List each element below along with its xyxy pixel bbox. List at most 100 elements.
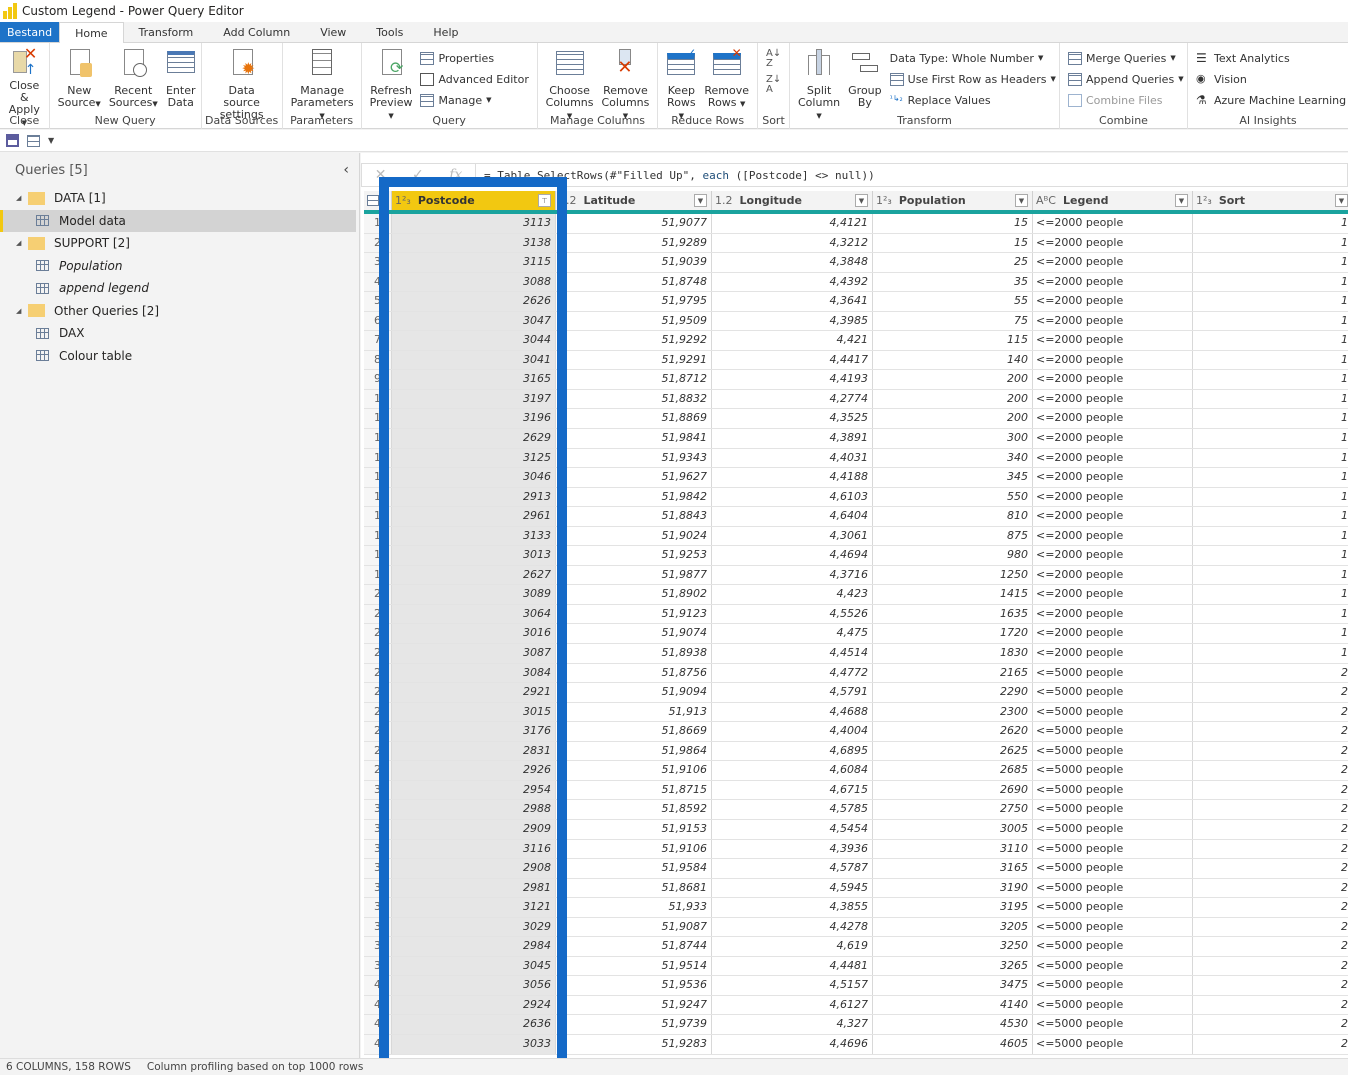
cell-longitude[interactable]: 4,327 xyxy=(712,1015,873,1034)
cell-latitude[interactable]: 51,9106 xyxy=(556,839,712,859)
cell-legend[interactable]: <=2000 people xyxy=(1033,526,1193,546)
cell-population[interactable]: 345 xyxy=(873,468,1033,487)
cell-postcode[interactable]: 2913 xyxy=(392,487,556,507)
cell-longitude[interactable]: 4,6084 xyxy=(712,761,873,780)
cell-legend[interactable]: <=2000 people xyxy=(1033,624,1193,644)
cell-legend[interactable]: <=2000 people xyxy=(1033,585,1193,604)
row-number[interactable]: 1 xyxy=(364,214,392,233)
cell-latitude[interactable]: 51,9283 xyxy=(556,1034,712,1054)
cell-postcode[interactable]: 3084 xyxy=(392,663,556,683)
cell-postcode[interactable]: 3116 xyxy=(392,839,556,859)
cell-longitude[interactable]: 4,4417 xyxy=(712,350,873,370)
row-number[interactable]: 34 xyxy=(364,859,392,878)
data-type-icon[interactable]: AᴮC xyxy=(1036,194,1056,207)
cell-longitude[interactable]: 4,3891 xyxy=(712,429,873,448)
cell-longitude[interactable]: 4,6127 xyxy=(712,995,873,1015)
cell-population[interactable]: 2620 xyxy=(873,722,1033,741)
cell-postcode[interactable]: 2629 xyxy=(392,429,556,448)
row-number[interactable]: 18 xyxy=(364,546,392,565)
cell-legend[interactable]: <=5000 people xyxy=(1033,976,1193,995)
cell-longitude[interactable]: 4,3641 xyxy=(712,292,873,311)
cell-population[interactable]: 15 xyxy=(873,233,1033,253)
cell-population[interactable]: 4605 xyxy=(873,1034,1033,1054)
cell-longitude[interactable]: 4,4694 xyxy=(712,546,873,565)
row-number[interactable]: 38 xyxy=(364,937,392,956)
cell-population[interactable]: 3190 xyxy=(873,878,1033,898)
cell-postcode[interactable]: 3087 xyxy=(392,644,556,663)
cell-latitude[interactable]: 51,9536 xyxy=(556,976,712,995)
column-header-longitude[interactable]: 1.2 Longitude ▼ xyxy=(712,191,873,210)
cell-legend[interactable]: <=2000 people xyxy=(1033,311,1193,331)
cell-latitude[interactable]: 51,9627 xyxy=(556,468,712,487)
data-type-icon[interactable]: 1²₃ xyxy=(395,194,411,207)
cell-legend[interactable]: <=2000 people xyxy=(1033,565,1193,585)
data-type-icon[interactable]: 1²₃ xyxy=(1196,194,1212,207)
cell-longitude[interactable]: 4,4031 xyxy=(712,448,873,468)
cell-population[interactable]: 3475 xyxy=(873,976,1033,995)
cell-postcode[interactable]: 2909 xyxy=(392,819,556,839)
cell-population[interactable]: 980 xyxy=(873,546,1033,565)
sort-descending-button[interactable]: Z↓ A xyxy=(766,75,781,95)
cell-legend[interactable]: <=5000 people xyxy=(1033,741,1193,761)
cell-latitude[interactable]: 51,9123 xyxy=(556,604,712,624)
cell-population[interactable]: 3195 xyxy=(873,898,1033,917)
cell-legend[interactable]: <=5000 people xyxy=(1033,995,1193,1015)
query-group[interactable]: ◢ SUPPORT [2] xyxy=(0,232,359,255)
tab-add-column[interactable]: Add Column xyxy=(208,22,305,42)
cell-longitude[interactable]: 4,4278 xyxy=(712,917,873,937)
cell-legend[interactable]: <=5000 people xyxy=(1033,839,1193,859)
manage-button[interactable]: Manage ▼ xyxy=(420,92,528,108)
cell-population[interactable]: 75 xyxy=(873,311,1033,331)
cell-latitude[interactable]: 51,9153 xyxy=(556,819,712,839)
cell-longitude[interactable]: 4,6103 xyxy=(712,487,873,507)
cell-postcode[interactable]: 2626 xyxy=(392,292,556,311)
cell-latitude[interactable]: 51,8843 xyxy=(556,507,712,526)
cell-legend[interactable]: <=5000 people xyxy=(1033,780,1193,800)
row-number[interactable]: 6 xyxy=(364,311,392,331)
cell-sort[interactable]: 1 xyxy=(1193,527,1348,546)
expand-triangle-icon[interactable]: ◢ xyxy=(16,194,28,202)
cell-postcode[interactable]: 3046 xyxy=(392,468,556,487)
cell-latitude[interactable]: 51,8669 xyxy=(556,722,712,741)
merge-queries-button[interactable]: Merge Queries ▼ xyxy=(1068,50,1184,66)
cell-latitude[interactable]: 51,9292 xyxy=(556,331,712,350)
column-dropdown-icon[interactable]: ▼ xyxy=(855,194,868,207)
tab-home[interactable]: Home xyxy=(59,22,124,44)
cell-population[interactable]: 1635 xyxy=(873,604,1033,624)
row-number[interactable]: 2 xyxy=(364,233,392,253)
combine-files-button[interactable]: Combine Files xyxy=(1068,92,1184,108)
row-number[interactable]: 4 xyxy=(364,272,392,292)
cell-longitude[interactable]: 4,3525 xyxy=(712,409,873,429)
cell-legend[interactable]: <=2000 people xyxy=(1033,644,1193,663)
row-number[interactable]: 33 xyxy=(364,839,392,859)
cell-longitude[interactable]: 4,5157 xyxy=(712,976,873,995)
cell-population[interactable]: 2300 xyxy=(873,702,1033,722)
text-analytics-button[interactable]: ☰ Text Analytics xyxy=(1196,50,1346,66)
cell-sort[interactable]: 1 xyxy=(1193,390,1348,409)
tab-tools[interactable]: Tools xyxy=(361,22,418,42)
cell-sort[interactable]: 1 xyxy=(1193,331,1348,350)
cell-sort[interactable]: 2 xyxy=(1193,976,1348,995)
cell-population[interactable]: 35 xyxy=(873,272,1033,292)
cell-postcode[interactable]: 3056 xyxy=(392,976,556,995)
cell-sort[interactable]: 1 xyxy=(1193,312,1348,331)
cell-postcode[interactable]: 3016 xyxy=(392,624,556,644)
expand-triangle-icon[interactable]: ◢ xyxy=(16,239,28,247)
cell-postcode[interactable]: 3125 xyxy=(392,448,556,468)
cell-postcode[interactable]: 2908 xyxy=(392,859,556,878)
cell-postcode[interactable]: 3044 xyxy=(392,331,556,350)
cell-population[interactable]: 55 xyxy=(873,292,1033,311)
cell-longitude[interactable]: 4,475 xyxy=(712,624,873,644)
cell-postcode[interactable]: 2981 xyxy=(392,878,556,898)
query-item[interactable]: append legend xyxy=(0,277,359,300)
cell-population[interactable]: 2750 xyxy=(873,800,1033,819)
cell-longitude[interactable]: 4,423 xyxy=(712,585,873,604)
cell-sort[interactable]: 1 xyxy=(1193,214,1348,233)
cell-population[interactable]: 1250 xyxy=(873,565,1033,585)
cell-population[interactable]: 1720 xyxy=(873,624,1033,644)
cell-legend[interactable]: <=5000 people xyxy=(1033,917,1193,937)
cell-sort[interactable]: 1 xyxy=(1193,253,1348,272)
cell-postcode[interactable]: 2954 xyxy=(392,780,556,800)
cell-population[interactable]: 200 xyxy=(873,389,1033,409)
cell-sort[interactable]: 2 xyxy=(1193,1015,1348,1034)
